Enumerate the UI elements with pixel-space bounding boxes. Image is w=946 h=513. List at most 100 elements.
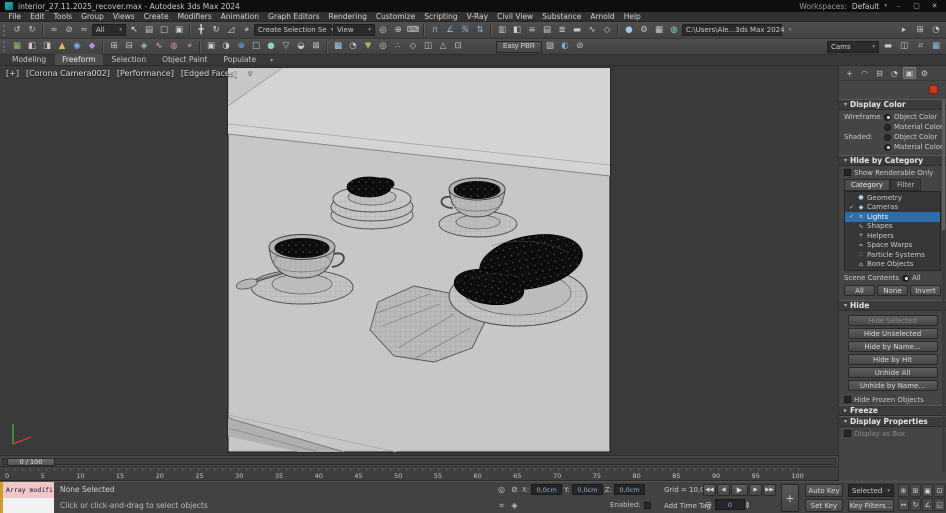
toolbar2-icon-14[interactable]: ◑: [219, 40, 233, 53]
orbit-icon[interactable]: ↻: [910, 498, 921, 511]
category-item[interactable]: ● Geometry: [845, 193, 940, 203]
listener-line[interactable]: [0, 498, 54, 513]
toolbar2-icon-4[interactable]: ▲: [55, 40, 69, 53]
undo-icon[interactable]: ↺: [10, 24, 24, 37]
toolbar2-icon-22[interactable]: ◔: [346, 40, 360, 53]
rollout-display-color[interactable]: ▾ Display Color: [839, 99, 946, 110]
menu-item[interactable]: V-Ray: [462, 12, 492, 21]
toolbar2-icon-2[interactable]: ◧: [25, 40, 39, 53]
category-item[interactable]: ∴ Particle Systems: [845, 250, 940, 260]
workspace-icon[interactable]: ⊞: [913, 24, 927, 37]
pan-icon[interactable]: ↔: [898, 498, 909, 511]
select-and-place-icon[interactable]: ⌖: [239, 24, 253, 37]
ribbon-tab[interactable]: Populate: [216, 54, 263, 65]
select-object-icon[interactable]: ↖: [127, 24, 141, 37]
panel-scrollbar[interactable]: [942, 100, 945, 472]
category-item[interactable]: + Helpers: [845, 231, 940, 241]
select-and-move-icon[interactable]: ╋: [194, 24, 208, 37]
previous-frame-button[interactable]: ◀: [717, 484, 730, 496]
status-mini-icon-2[interactable]: ◈: [509, 500, 520, 511]
toolbar2-icon-32[interactable]: ⊘: [573, 40, 587, 53]
material-editor-icon[interactable]: ●: [622, 24, 636, 37]
curve-editor-icon[interactable]: ∿: [585, 24, 599, 37]
category-item[interactable]: ≈ Space Warps: [845, 241, 940, 251]
toolbar2-icon-20[interactable]: ⊠: [309, 40, 323, 53]
edit-named-selections-icon[interactable]: ▥: [495, 24, 509, 37]
y-coordinate-field[interactable]: 0,0cm: [572, 484, 603, 495]
menu-item[interactable]: Scripting: [420, 12, 462, 21]
time-slider[interactable]: 0 / 100: [0, 455, 838, 466]
toolbar2-icon-12[interactable]: ⌖: [182, 40, 196, 53]
toolbar2-right-icon-4[interactable]: ▦: [929, 40, 943, 53]
menu-item[interactable]: Animation: [216, 12, 263, 21]
frame-spinner[interactable]: ▲▼: [746, 501, 749, 509]
toolbar2-icon-15[interactable]: ⊕: [234, 40, 248, 53]
key-filters-button[interactable]: Key Filters...: [848, 499, 894, 512]
hide-button[interactable]: Hide Unselected: [848, 328, 938, 339]
hide-frozen-checkbox[interactable]: Hide Frozen Objects: [839, 393, 946, 405]
mirror-icon[interactable]: ◧: [510, 24, 524, 37]
snaps-toggle-icon[interactable]: ∩: [428, 24, 442, 37]
menu-item[interactable]: Help: [619, 12, 645, 21]
tab-category[interactable]: Category: [844, 179, 890, 191]
toolbar2-icon-7[interactable]: ⊞: [107, 40, 121, 53]
hide-button[interactable]: Hide Selected: [848, 315, 938, 326]
next-frame-button[interactable]: ▶: [749, 484, 762, 496]
ribbon-tab[interactable]: Modeling: [5, 54, 53, 65]
unlink-selection-icon[interactable]: ⊘: [62, 24, 76, 37]
tab-create[interactable]: +: [843, 67, 856, 79]
toolbar2-icon-26[interactable]: ◇: [406, 40, 420, 53]
separator[interactable]: [326, 41, 328, 53]
menu-item[interactable]: Rendering: [324, 12, 371, 21]
toolbar2-icon-16[interactable]: □: [249, 40, 263, 53]
separator[interactable]: [423, 24, 425, 36]
menu-item[interactable]: Graph Editors: [264, 12, 325, 21]
select-and-link-icon[interactable]: ∞: [47, 24, 61, 37]
toolbar2-icon-13[interactable]: ▣: [204, 40, 218, 53]
maximize-button[interactable]: ▢: [910, 2, 923, 10]
toolbar-drag-handle[interactable]: [3, 25, 7, 36]
toolbar2-icon-30[interactable]: ▨: [543, 40, 557, 53]
help-search-icon[interactable]: ◔: [929, 24, 943, 37]
selection-lock-icon[interactable]: ⊘: [509, 484, 520, 495]
color-swatch[interactable]: [929, 85, 938, 94]
menu-item[interactable]: Edit: [26, 12, 50, 21]
play-button[interactable]: ▶: [731, 484, 748, 496]
wireframe-object-color-radio[interactable]: Object Color: [884, 113, 944, 121]
menu-item[interactable]: Substance: [538, 12, 586, 21]
viewport[interactable]: [+][Corona Camera002][Performance][Edged…: [0, 66, 838, 455]
reference-coordinate-dropdown[interactable]: View▾: [333, 24, 375, 36]
toolbar2-icon-10[interactable]: ∿: [152, 40, 166, 53]
ribbon-tab[interactable]: Selection: [105, 54, 154, 65]
display-as-box-checkbox[interactable]: Display as Box: [839, 427, 946, 439]
toolbar2-icon-27[interactable]: ◫: [421, 40, 435, 53]
hide-button[interactable]: Hide by Hit: [848, 354, 938, 365]
menu-item[interactable]: Arnold: [586, 12, 619, 21]
toolbar2-icon-29[interactable]: ⊡: [451, 40, 465, 53]
separator[interactable]: [102, 41, 104, 53]
scene-contents-all-radio[interactable]: [902, 275, 909, 282]
zoom-all-icon[interactable]: ⊞: [910, 484, 921, 497]
render-production-icon[interactable]: ◍: [667, 24, 681, 37]
enabled-toggle[interactable]: Enabled:: [610, 501, 651, 509]
set-key-button[interactable]: Set Key: [805, 499, 843, 512]
toolbar2-right-icon-2[interactable]: ◫: [897, 40, 911, 53]
tab-display[interactable]: ▣: [903, 67, 916, 79]
rollout-freeze[interactable]: ▸ Freeze: [839, 405, 946, 416]
toolbar2-icon-19[interactable]: ◒: [294, 40, 308, 53]
isolate-selection-icon[interactable]: ◎: [496, 484, 507, 495]
category-all-button[interactable]: All: [844, 285, 875, 296]
use-pivot-center-icon[interactable]: ◎: [376, 24, 390, 37]
menu-item[interactable]: Group: [77, 12, 109, 21]
tab-filter[interactable]: Filter: [890, 179, 921, 191]
toolbar2-right-icon-3[interactable]: ⌗: [913, 40, 927, 53]
layer-explorer-icon[interactable]: ≣: [555, 24, 569, 37]
separator[interactable]: [617, 24, 619, 36]
status-mini-icon-1[interactable]: ⌗: [496, 500, 507, 511]
maximize-viewport-icon[interactable]: ◱: [934, 498, 945, 511]
rollout-hide[interactable]: ▾ Hide: [839, 300, 946, 311]
schematic-view-icon[interactable]: ◇: [600, 24, 614, 37]
menu-item[interactable]: Create: [139, 12, 173, 21]
tab-motion[interactable]: ◔: [888, 67, 901, 79]
open-project-folder-icon[interactable]: ▸: [897, 24, 911, 37]
